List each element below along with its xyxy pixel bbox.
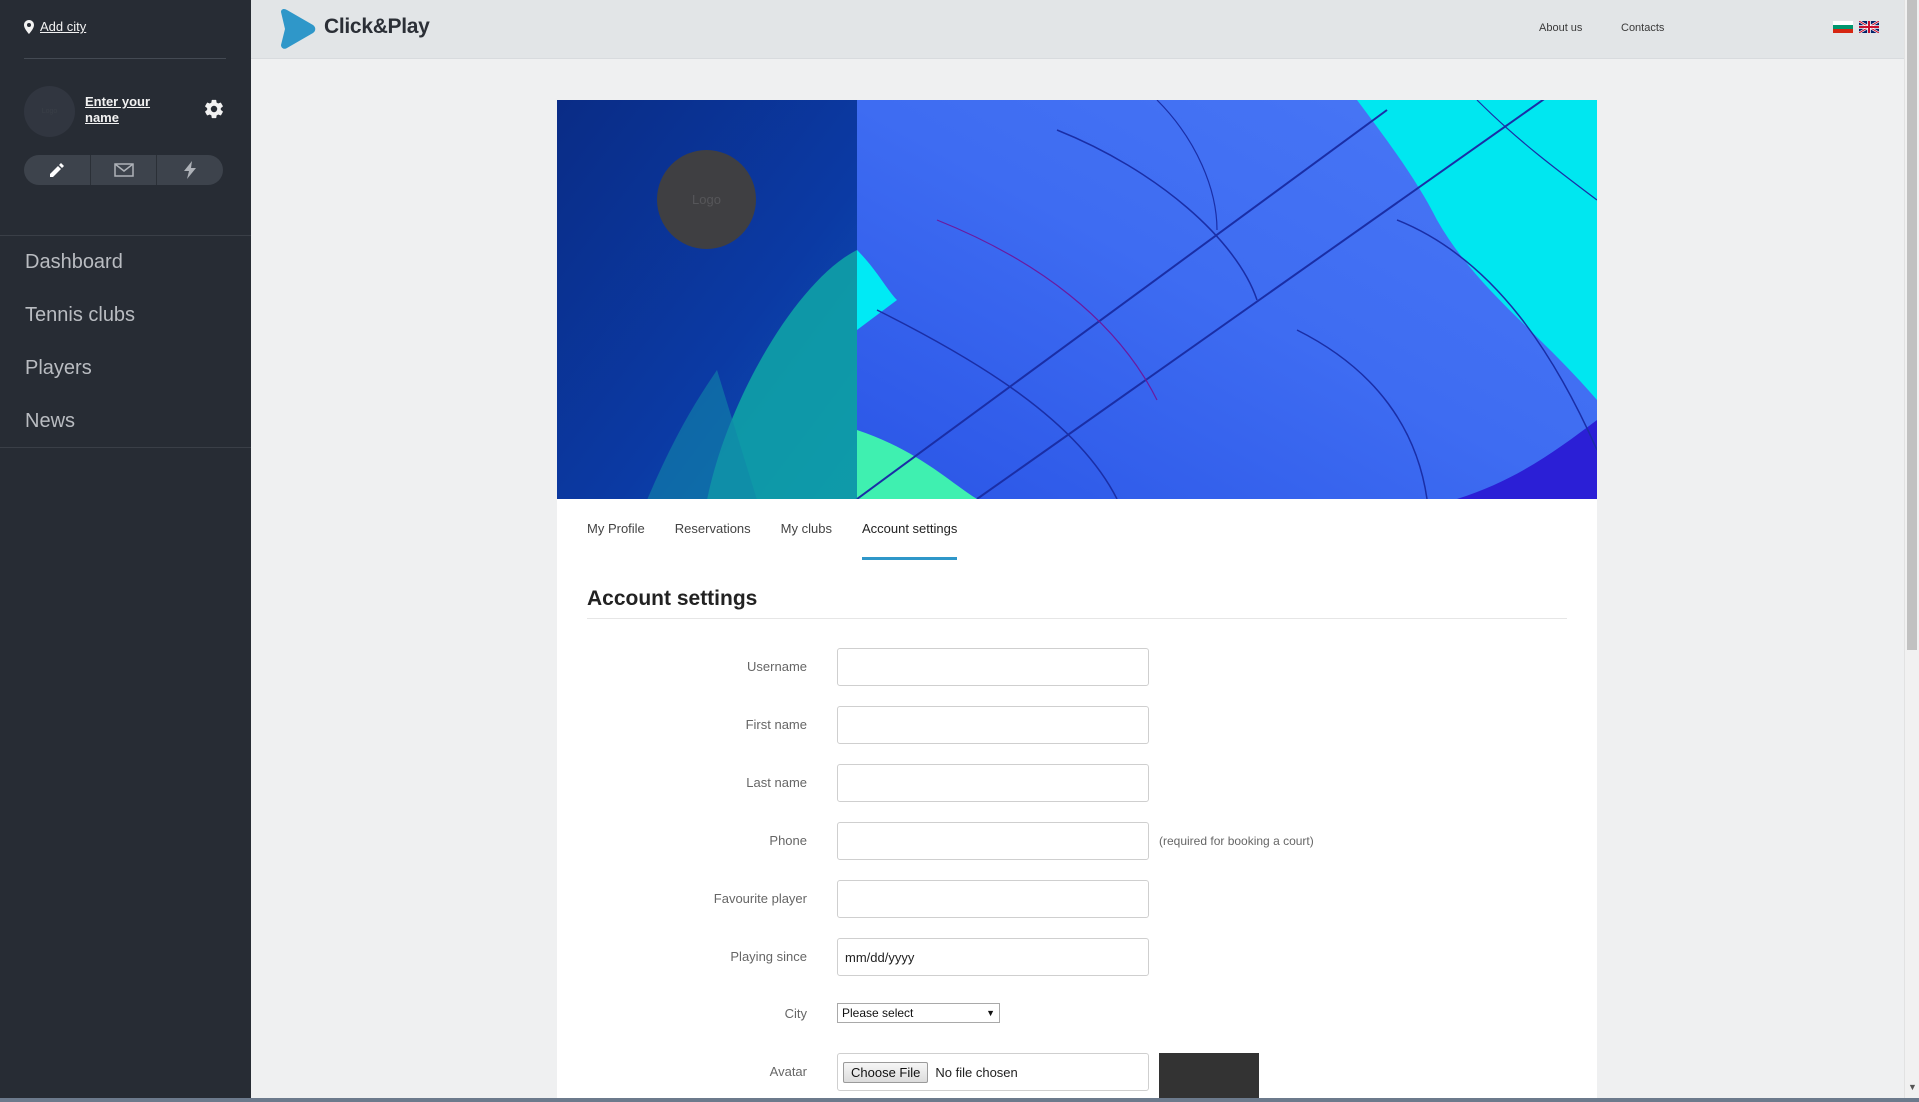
quick-actions — [24, 155, 223, 185]
tab-reservations[interactable]: Reservations — [675, 499, 751, 559]
phone-field[interactable] — [837, 822, 1149, 860]
sidebar-item-news[interactable]: News — [0, 395, 251, 448]
last-name-label: Last name — [746, 775, 807, 790]
city-row: City Please select ▼ — [557, 1000, 1597, 1038]
first-name-label: First name — [745, 717, 807, 732]
username-label: Username — [747, 659, 807, 674]
playing-since-label: Playing since — [730, 949, 807, 964]
divider — [587, 618, 1567, 619]
edit-button[interactable] — [24, 155, 91, 185]
tab-my-profile[interactable]: My Profile — [587, 499, 645, 559]
profile-card: Logo My Profile Reservations My clubs Ac… — [557, 100, 1597, 1102]
avatar[interactable]: Logo — [24, 86, 75, 137]
add-city-link[interactable]: Add city — [40, 19, 86, 34]
first-name-field[interactable] — [837, 706, 1149, 744]
messages-button[interactable] — [91, 155, 158, 185]
avatar-row: Avatar Choose File No file chosen — [557, 1053, 1597, 1102]
first-name-row: First name — [557, 706, 1597, 744]
scroll-down-arrow-icon[interactable]: ▼ — [1908, 1082, 1917, 1092]
about-us-link[interactable]: About us — [1539, 22, 1582, 34]
profile-tabs: My Profile Reservations My clubs Account… — [587, 499, 987, 560]
choose-file-button[interactable]: Choose File — [843, 1061, 929, 1083]
favourite-player-label: Favourite player — [713, 891, 807, 906]
english-flag-icon[interactable] — [1859, 21, 1879, 33]
playing-since-date-field[interactable] — [837, 938, 1149, 976]
pencil-icon — [49, 163, 64, 177]
envelope-icon — [113, 163, 134, 177]
phone-label: Phone — [769, 833, 807, 848]
avatar-file-input[interactable]: Choose File No file chosen — [837, 1053, 1149, 1091]
sidebar: Add city Logo Enter your name Dashboard … — [0, 0, 251, 1098]
favourite-player-field[interactable] — [837, 880, 1149, 918]
activity-button[interactable] — [157, 155, 223, 185]
lightning-icon — [184, 161, 197, 179]
location-pin-icon — [24, 19, 34, 34]
club-logo[interactable]: Logo — [657, 150, 756, 249]
divider — [0, 447, 251, 448]
avatar-preview — [1159, 1053, 1259, 1102]
contacts-link[interactable]: Contacts — [1621, 22, 1664, 34]
enter-name-link[interactable]: Enter your name — [85, 94, 175, 126]
scrollbar-thumb[interactable] — [1907, 0, 1917, 650]
avatar-label: Avatar — [769, 1064, 807, 1079]
last-name-field[interactable] — [837, 764, 1149, 802]
sidebar-item-players[interactable]: Players — [0, 342, 251, 395]
sidebar-nav: Dashboard Tennis clubs Players News — [0, 236, 251, 448]
divider — [24, 58, 226, 59]
phone-row: Phone (required for booking a court) — [557, 822, 1597, 860]
city-selector[interactable]: Add city — [24, 19, 86, 34]
username-row: Username — [557, 648, 1597, 686]
brand-name[interactable]: Click&Play — [324, 15, 430, 39]
file-status: No file chosen — [935, 1064, 1018, 1080]
playing-since-row: Playing since — [557, 938, 1597, 976]
gear-icon[interactable] — [203, 98, 225, 120]
sidebar-item-tennis-clubs[interactable]: Tennis clubs — [0, 289, 251, 342]
top-bar: Click&Play About us Contacts — [251, 0, 1904, 59]
dropdown-arrow-icon: ▼ — [986, 1008, 995, 1018]
phone-note: (required for booking a court) — [1159, 834, 1314, 848]
tab-my-clubs[interactable]: My clubs — [781, 499, 832, 559]
taskbar — [0, 1098, 1919, 1102]
page-scrollbar[interactable]: ▼ — [1904, 0, 1919, 1098]
city-label: City — [784, 1006, 807, 1021]
username-field[interactable] — [837, 648, 1149, 686]
cover-image: Logo — [557, 100, 1597, 499]
city-select-value: Please select — [842, 1006, 914, 1020]
bulgarian-flag-icon[interactable] — [1833, 21, 1853, 33]
brand-logo-icon[interactable] — [275, 8, 317, 50]
favourite-player-row: Favourite player — [557, 880, 1597, 918]
last-name-row: Last name — [557, 764, 1597, 802]
city-select[interactable]: Please select ▼ — [837, 1003, 1000, 1023]
section-title: Account settings — [587, 587, 758, 610]
tab-account-settings[interactable]: Account settings — [861, 499, 958, 560]
sidebar-item-dashboard[interactable]: Dashboard — [0, 236, 251, 289]
